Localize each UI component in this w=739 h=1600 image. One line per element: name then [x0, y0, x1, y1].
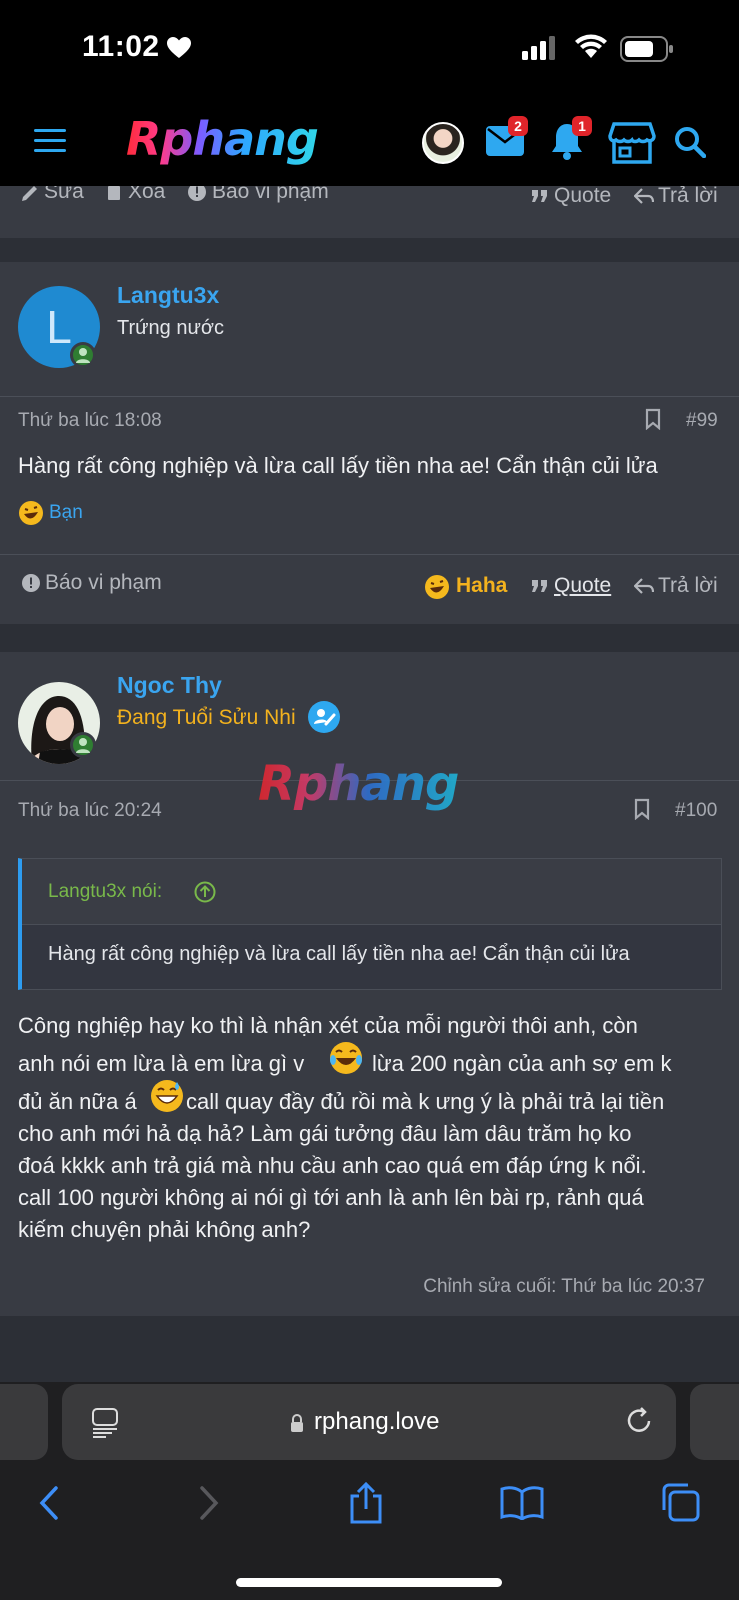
quote-icon	[532, 580, 548, 594]
quote-link[interactable]: Quote	[554, 574, 611, 598]
reply-icon	[634, 578, 654, 594]
report-icon	[22, 574, 40, 592]
quote-text: Hàng rất công nghiệp và lừa call lấy tiề…	[48, 943, 630, 965]
reader-mode-icon[interactable]	[92, 1408, 118, 1438]
forward-icon[interactable]	[198, 1486, 220, 1520]
post-line: Công nghiệp hay ko thì là nhận xét của m…	[18, 1013, 638, 1038]
reply-link[interactable]: Trả lời	[658, 574, 718, 598]
tabs-icon[interactable]	[660, 1482, 700, 1522]
haha-emoji-icon	[424, 574, 450, 600]
haha-reaction-button[interactable]: Haha	[456, 574, 507, 598]
menu-icon[interactable]	[34, 128, 68, 154]
post-username[interactable]: Langtu3x	[117, 282, 219, 309]
report-link[interactable]: Báo vi phạm	[45, 571, 162, 595]
user-avatar[interactable]	[422, 122, 464, 164]
quote-author[interactable]: Langtu3x nói:	[48, 881, 162, 903]
post-date[interactable]: Thứ ba lúc 20:24	[18, 800, 162, 822]
reply-icon	[634, 188, 654, 204]
post-line: anh nói em lừa là em lừa gì v	[18, 1051, 305, 1076]
delete-link[interactable]: Xóa	[128, 186, 165, 204]
battery-icon	[620, 36, 674, 62]
thread-content: Sửa Xóa Báo vi phạm Quote Trả lời L Lang…	[0, 186, 739, 1382]
heart-icon	[166, 36, 192, 60]
last-edited-note: Chỉnh sửa cuối: Thứ ba lúc 20:37	[423, 1276, 705, 1297]
home-indicator[interactable]	[236, 1578, 502, 1587]
online-status-icon	[70, 732, 96, 758]
back-icon[interactable]	[38, 1486, 60, 1520]
online-status-icon	[70, 342, 96, 368]
share-icon[interactable]	[348, 1482, 384, 1524]
quote-icon	[532, 190, 548, 204]
reload-icon[interactable]	[624, 1406, 654, 1436]
arrow-up-circle-icon[interactable]	[194, 881, 216, 903]
post-line: đủ ăn nữa á	[18, 1089, 137, 1114]
notification-badge: 1	[572, 116, 592, 136]
post-line: đoá kkkk anh trả giá mà nhu cầu anh cao …	[18, 1153, 647, 1178]
status-time: 11:02	[82, 30, 160, 63]
post-username[interactable]: Ngoc Thy	[117, 672, 222, 699]
tears-of-joy-emoji-icon	[328, 1040, 364, 1076]
post-99	[0, 262, 739, 624]
haha-emoji-icon	[18, 500, 44, 526]
post-number[interactable]: #100	[675, 800, 717, 822]
post-line: call quay đầy đủ rồi mà k ưng ý là phải …	[186, 1089, 665, 1114]
edit-link[interactable]: Sửa	[44, 186, 84, 204]
reply-link[interactable]: Trả lời	[658, 186, 718, 208]
mail-badge: 2	[508, 116, 528, 136]
post-body: Hàng rất công nghiệp và lừa call lấy tiề…	[18, 453, 658, 478]
post-number[interactable]: #99	[686, 410, 718, 432]
url-text[interactable]: rphang.love	[314, 1408, 439, 1436]
verified-badge-icon	[307, 700, 341, 734]
divider	[0, 396, 739, 397]
blockquote: Langtu3x nói: Hàng rất công nghiệp và lừ…	[18, 858, 722, 990]
grinning-sweat-emoji-icon	[149, 1078, 185, 1114]
wifi-icon	[574, 34, 608, 60]
cellular-signal-icon	[522, 36, 556, 60]
report-icon	[188, 186, 206, 201]
lock-icon	[290, 1414, 304, 1432]
post-line: cho anh mới hả dạ hả? Làm gái tưởng đâu …	[18, 1121, 632, 1146]
post-line: lừa 200 ngàn của anh sợ em k	[372, 1051, 672, 1076]
trash-icon	[106, 186, 122, 202]
reaction-users[interactable]: Bạn	[49, 502, 83, 524]
site-logo[interactable]: Rphang	[126, 112, 319, 166]
store-icon[interactable]	[608, 122, 656, 164]
bookmark-icon[interactable]	[634, 798, 650, 820]
bookmarks-icon[interactable]	[500, 1486, 544, 1520]
pencil-icon	[20, 186, 40, 202]
post-line: kiếm chuyện phải không anh?	[18, 1217, 311, 1242]
divider	[0, 554, 739, 555]
search-icon[interactable]	[674, 126, 706, 158]
user-title: Trứng nước	[117, 317, 224, 339]
quote-link[interactable]: Quote	[554, 186, 611, 208]
report-link[interactable]: Báo vi phạm	[212, 186, 329, 204]
previous-tab-preview[interactable]	[0, 1384, 48, 1460]
next-tab-preview[interactable]	[690, 1384, 739, 1460]
post-line: call 100 người không ai nói gì tới anh l…	[18, 1185, 644, 1210]
bookmark-icon[interactable]	[645, 408, 661, 430]
user-title: Đang Tuổi Sửu Nhi	[117, 706, 296, 729]
watermark-logo: Rphang	[258, 756, 459, 812]
post-date[interactable]: Thứ ba lúc 18:08	[18, 410, 162, 432]
